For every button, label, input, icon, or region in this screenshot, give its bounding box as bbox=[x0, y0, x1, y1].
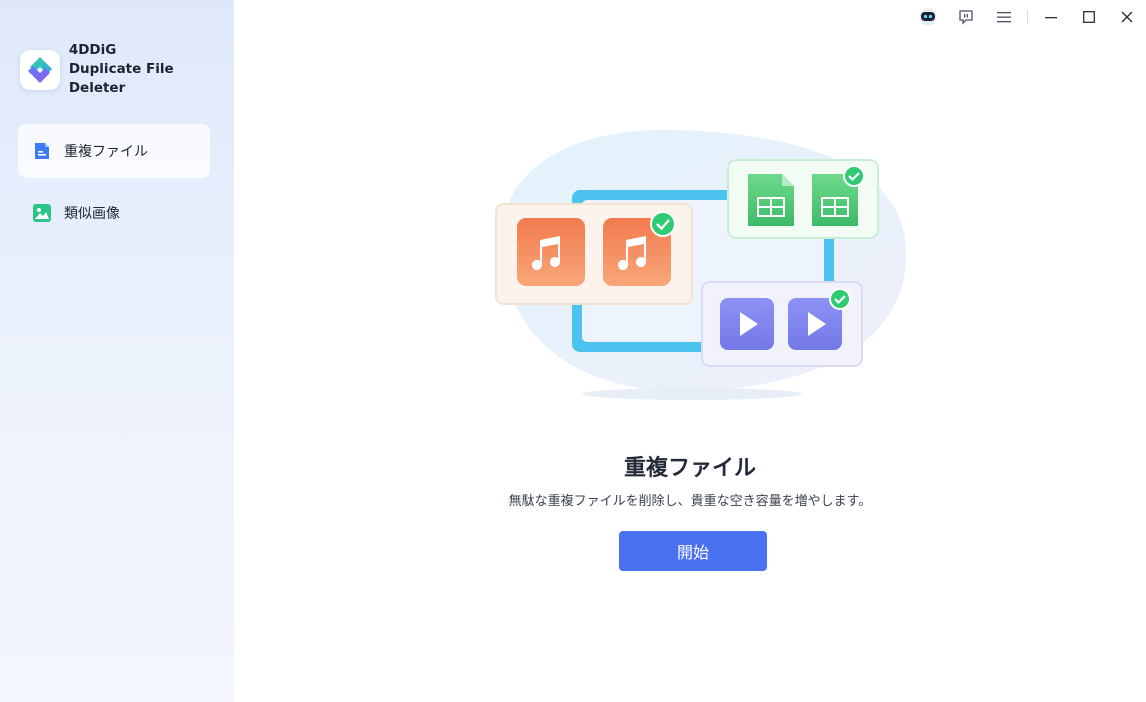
sidebar-item-duplicate-files[interactable]: 重複ファイル bbox=[18, 124, 210, 178]
sidebar-item-similar-images[interactable]: 類似画像 bbox=[18, 186, 210, 240]
sidebar: 4DDiG Duplicate File Deleter 重複ファイル 類似画像 bbox=[0, 0, 234, 702]
image-icon bbox=[32, 203, 52, 223]
minimize-icon[interactable] bbox=[1032, 6, 1070, 28]
feedback-icon[interactable] bbox=[947, 6, 985, 28]
app-logo-icon bbox=[20, 49, 60, 90]
menu-icon[interactable] bbox=[985, 6, 1023, 28]
page-subtitle: 無駄な重複ファイルを削除し、貴重な空き容量を増やします。 bbox=[508, 494, 872, 509]
window-titlebar bbox=[909, 6, 1146, 28]
app-name-line1: 4DDiG bbox=[68, 42, 117, 58]
sidebar-item-label: 類似画像 bbox=[64, 206, 120, 222]
app-name: 4DDiG Duplicate File Deleter bbox=[69, 41, 234, 98]
titlebar-divider bbox=[1027, 10, 1028, 24]
close-icon[interactable] bbox=[1108, 6, 1146, 28]
robot-icon[interactable] bbox=[909, 6, 947, 28]
document-icon bbox=[32, 141, 52, 161]
page-title: 重複ファイル bbox=[623, 456, 756, 481]
duplicate-files-illustration bbox=[482, 128, 912, 408]
sidebar-item-label: 重複ファイル bbox=[64, 144, 148, 160]
app-brand: 4DDiG Duplicate File Deleter bbox=[20, 41, 234, 98]
maximize-icon[interactable] bbox=[1070, 6, 1108, 28]
app-name-line2: Duplicate File Deleter bbox=[68, 61, 174, 96]
start-button[interactable]: 開始 bbox=[619, 531, 767, 571]
